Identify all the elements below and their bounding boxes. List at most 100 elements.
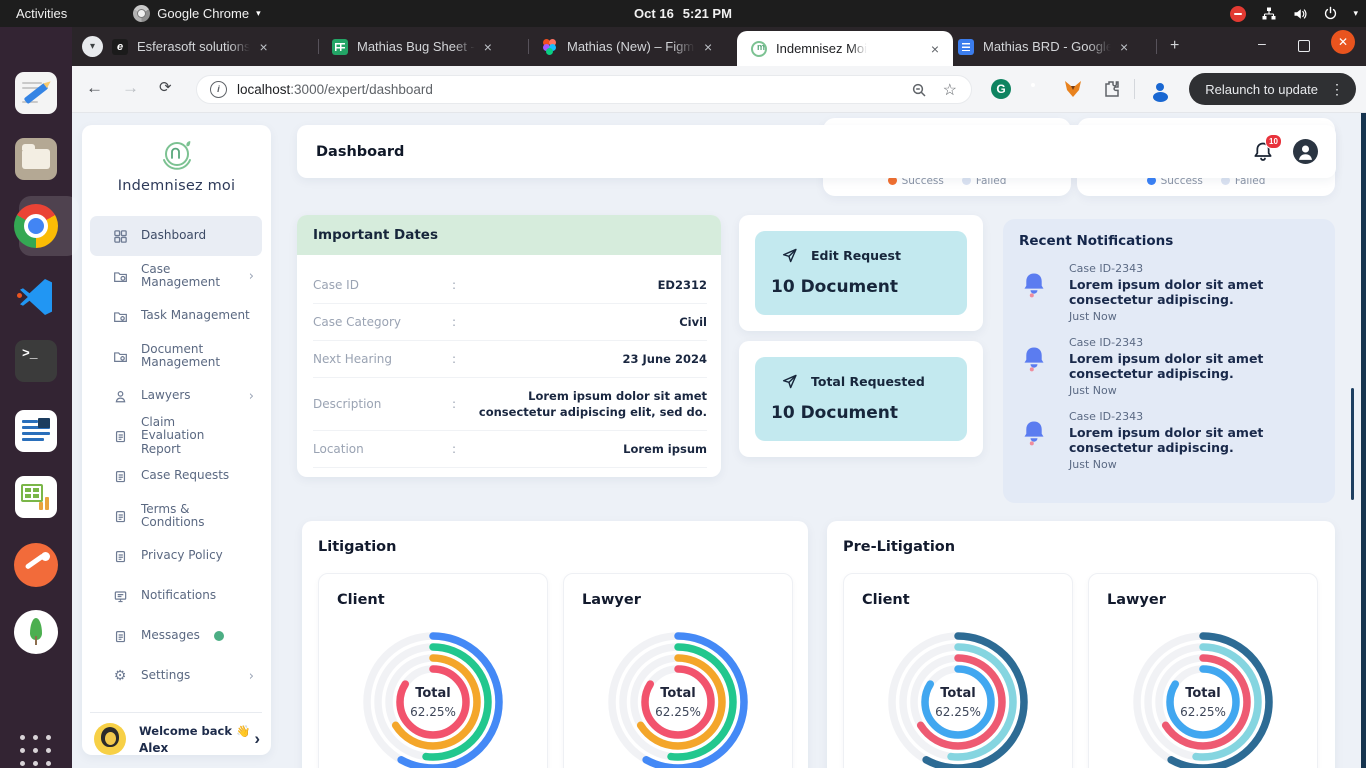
notification-message: Lorem ipsum dolor sit amet consectetur a… — [1069, 352, 1305, 381]
browser-tab-strip: ▾ e Esferasoft solutions × Mathias Bug S… — [72, 27, 1366, 66]
dock-item-vscode[interactable] — [13, 272, 59, 318]
tab-close-icon[interactable]: × — [259, 40, 267, 54]
dock-item-writer[interactable] — [13, 408, 59, 454]
sidebar-item-case-requests[interactable]: Case Requests — [90, 456, 262, 496]
app-menu[interactable]: Google Chrome ▾ — [133, 5, 260, 22]
activities-button[interactable]: Activities — [16, 6, 67, 21]
app-menu-label: Google Chrome — [157, 6, 249, 21]
relaunch-button[interactable]: Relaunch to update ⋮ — [1189, 73, 1356, 105]
browser-toolbar: ← → ⟳ i localhost:3000/expert/dashboard … — [72, 66, 1366, 113]
forward-icon[interactable]: → — [122, 78, 139, 98]
maximize-button[interactable] — [1298, 40, 1310, 52]
mongodb-icon — [14, 610, 58, 654]
scrollbar-track[interactable] — [1361, 113, 1366, 768]
section-title: Pre-Litigation — [843, 539, 955, 555]
tab-esferasoft[interactable]: e Esferasoft solutions × — [112, 27, 268, 66]
new-tab-button[interactable]: + — [1170, 39, 1179, 53]
sidebar-item-lawyers[interactable]: Lawyers › — [90, 376, 262, 416]
bookmark-star-icon[interactable]: ☆ — [943, 80, 957, 100]
show-apps-button[interactable] — [20, 735, 54, 768]
grammarly-extension-icon[interactable]: G — [991, 79, 1011, 99]
panel-title: Lawyer — [582, 592, 774, 608]
notification-message: Lorem ipsum dolor sit amet consectetur a… — [1069, 278, 1305, 307]
clipboard-icon — [112, 468, 128, 484]
sidebar-item-dashboard[interactable]: Dashboard — [90, 216, 262, 256]
system-tray[interactable]: ▾ — [1230, 6, 1358, 22]
dock-item-text-editor[interactable] — [13, 70, 59, 116]
notification-case-id: Case ID-2343 — [1069, 410, 1305, 423]
tab-separator — [1156, 39, 1157, 54]
notifications-bell-button[interactable]: 10 — [1251, 140, 1275, 164]
address-bar[interactable]: i localhost:3000/expert/dashboard ☆ — [196, 75, 972, 104]
dock-item-postman[interactable] — [13, 542, 59, 588]
libreoffice-writer-icon — [15, 410, 57, 452]
notification-item[interactable]: Case ID-2343 Lorem ipsum dolor sit amet … — [1019, 262, 1319, 323]
tab-title: Mathias Bug Sheet - — [357, 39, 475, 54]
close-button[interactable]: ✕ — [1331, 30, 1355, 54]
dock-item-chrome[interactable] — [13, 203, 59, 249]
sidebar-item-label: Case Management — [141, 263, 249, 290]
extensions-puzzle-icon[interactable] — [1101, 79, 1121, 99]
header-avatar-button[interactable] — [1293, 139, 1318, 164]
dock-item-terminal[interactable]: >_ — [13, 338, 59, 384]
sidebar-menu: Dashboard Case Management › Task Managem… — [90, 216, 262, 696]
figma-favicon — [542, 39, 558, 55]
running-indicator — [17, 293, 22, 298]
clock[interactable]: Oct 16 5:21 PM — [634, 6, 732, 21]
tab-close-icon[interactable]: × — [704, 40, 712, 54]
tab-figma[interactable]: Mathias (New) – Figma × — [542, 27, 712, 66]
request-card-value: 10 Document — [771, 403, 898, 423]
dock-item-mongodb[interactable] — [13, 609, 59, 655]
tab-title: Mathias (New) – Figma — [567, 39, 695, 54]
tab-indemnisez-active[interactable]: Indemnisez Moi × — [737, 31, 953, 66]
notification-case-id: Case ID-2343 — [1069, 336, 1305, 349]
grid-icon — [112, 228, 128, 244]
browser-menu-icon[interactable]: ⋮ — [1330, 81, 1344, 98]
dock-item-calc[interactable] — [13, 474, 59, 520]
chevron-down-icon: ▾ — [1353, 8, 1358, 19]
total-requested-card[interactable]: Total Requested 10 Document — [739, 341, 983, 457]
sidebar-item-notifications[interactable]: Notifications — [90, 576, 262, 616]
vscode-icon — [16, 275, 56, 315]
zoom-icon[interactable] — [911, 82, 927, 98]
sidebar-item-label: Task Management — [141, 309, 250, 323]
sidebar-item-claim-evaluation-report[interactable]: Claim Evaluation Report — [90, 416, 262, 456]
sidebar-item-messages[interactable]: Messages — [90, 616, 262, 656]
tab-separator — [318, 39, 319, 54]
esferasoft-favicon: e — [112, 39, 128, 55]
tab-close-icon[interactable]: × — [931, 42, 939, 56]
notification-item[interactable]: Case ID-2343 Lorem ipsum dolor sit amet … — [1019, 410, 1319, 471]
back-icon[interactable]: ← — [86, 78, 103, 98]
indemnisez-favicon — [751, 41, 767, 57]
sidebar-item-privacy-policy[interactable]: Privacy Policy — [90, 536, 262, 576]
tab-close-icon[interactable]: × — [484, 40, 492, 54]
site-info-icon[interactable]: i — [210, 81, 227, 98]
chevron-right-icon[interactable]: › — [254, 729, 260, 749]
reload-icon[interactable]: ⟳ — [159, 78, 172, 96]
clipboard-icon — [112, 548, 128, 564]
page-title: Dashboard — [316, 144, 404, 160]
sidebar-user-footer[interactable]: Welcome back 👋 Alex › — [94, 723, 260, 755]
chevron-right-icon: › — [249, 269, 254, 284]
tab-bug-sheet[interactable]: Mathias Bug Sheet - × — [332, 27, 492, 66]
edit-request-card[interactable]: Edit Request 10 Document — [739, 215, 983, 331]
metamask-extension-icon[interactable] — [1063, 79, 1083, 99]
tab-brd-doc[interactable]: Mathias BRD - Google × — [958, 27, 1128, 66]
sidebar-item-document-management[interactable]: Document Management — [90, 336, 262, 376]
sidebar-item-settings[interactable]: ⚙ Settings › — [90, 656, 262, 696]
sidebar-item-terms-conditions[interactable]: Terms & Conditions — [90, 496, 262, 536]
notification-item[interactable]: Case ID-2343 Lorem ipsum dolor sit amet … — [1019, 336, 1319, 397]
clipboard-icon — [112, 428, 128, 444]
minimize-button[interactable]: – — [1258, 35, 1266, 51]
dock-item-files[interactable] — [13, 136, 59, 182]
power-icon — [1323, 6, 1338, 21]
sidebar-item-task-management[interactable]: Task Management — [90, 296, 262, 336]
tab-close-icon[interactable]: × — [1120, 40, 1128, 54]
chevron-down-icon: ▾ — [256, 8, 261, 19]
sheets-favicon — [332, 39, 348, 55]
tab-search-button[interactable]: ▾ — [82, 36, 103, 57]
sidebar-item-case-management[interactable]: Case Management › — [90, 256, 262, 296]
donut-center-label: Total — [940, 686, 976, 701]
scrollbar-thumb[interactable] — [1351, 388, 1354, 500]
sidebar: Indemnisez moi Dashboard Case Management… — [82, 125, 271, 755]
